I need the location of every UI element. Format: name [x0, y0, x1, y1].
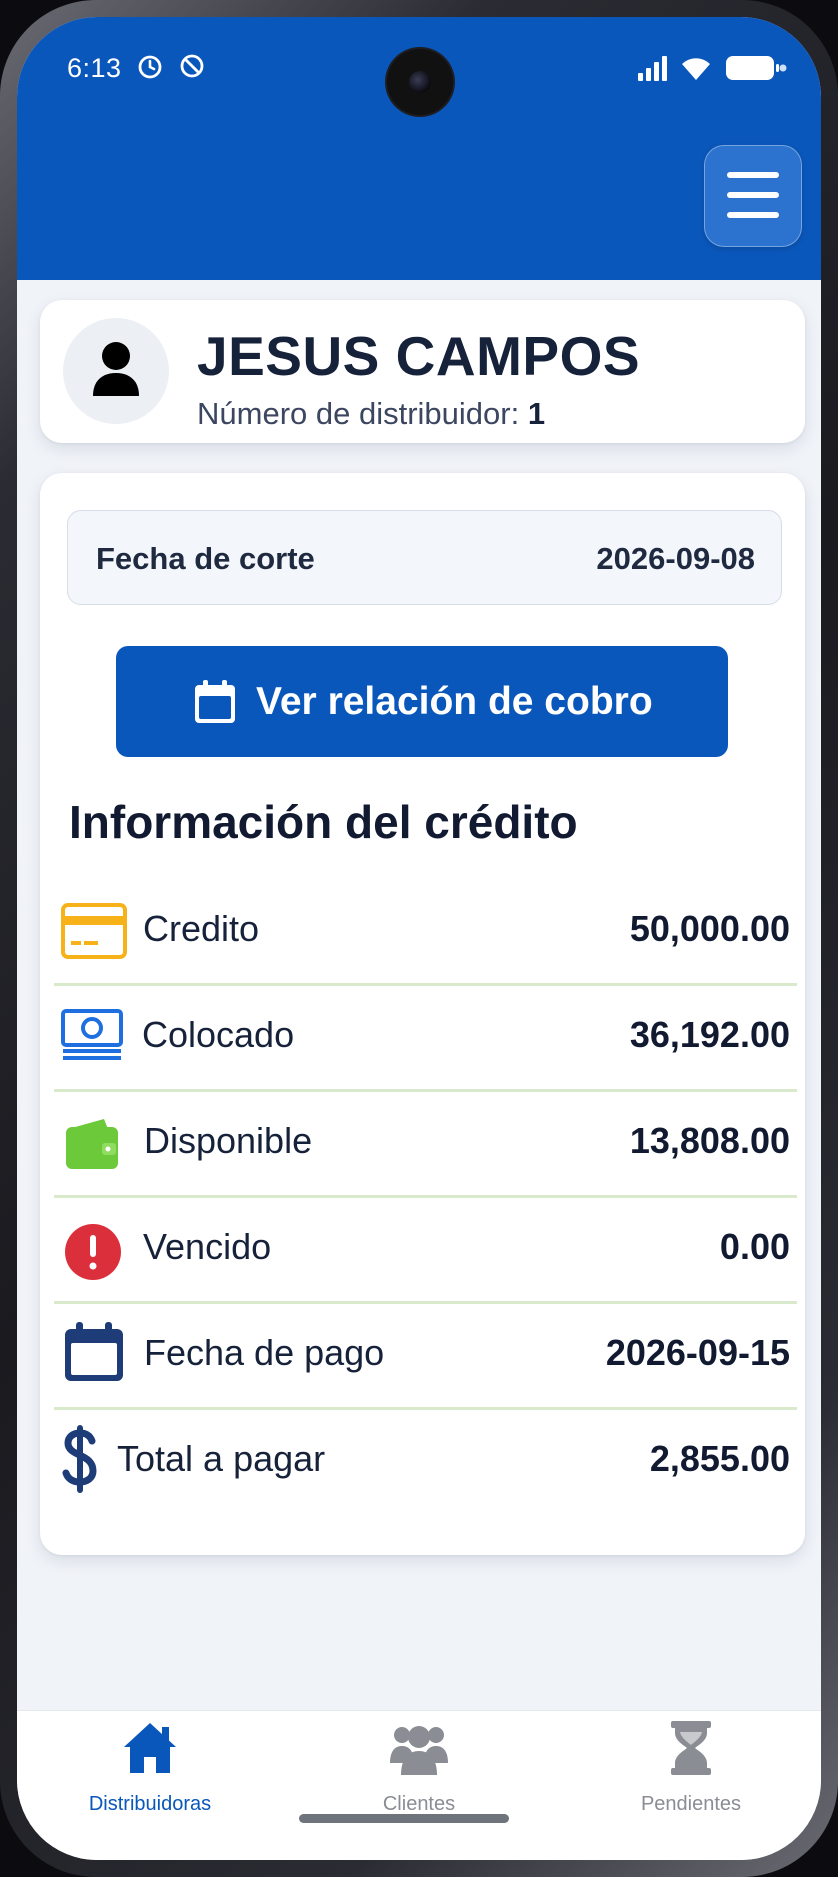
nav-item-clientes[interactable]: Clientes — [319, 1719, 519, 1829]
calendar-icon — [195, 680, 235, 723]
total-row-value: 2,855.00 — [649, 1438, 790, 1479]
dollar-icon — [62, 1425, 97, 1493]
distributor-number-value: 1 — [527, 396, 546, 431]
cutoff-date-value: 2026-09-08 — [596, 541, 755, 576]
distributor-name: JESUS CAMPOS — [197, 325, 641, 387]
placed-row-value: 36,192.00 — [629, 1014, 790, 1055]
nav-item-pendientes[interactable]: Pendientes — [591, 1719, 791, 1829]
app-screen: 6:13 JESUS CAMPOS Número de distribuidor… — [17, 17, 821, 1860]
home-icon — [124, 1723, 176, 1773]
avatar — [63, 318, 169, 424]
credit-row-disponible: Disponible 13,808.00 — [54, 1089, 797, 1198]
front-camera — [387, 49, 453, 115]
bottom-navigation: Distribuidoras Clientes Pendientes — [17, 1710, 821, 1860]
alarm-icon — [138, 55, 162, 79]
cutoff-date-box: Fecha de corte 2026-09-08 — [67, 510, 782, 605]
phone-frame: 6:13 JESUS CAMPOS Número de distribuidor… — [0, 0, 838, 1877]
wallet-icon — [66, 1119, 118, 1169]
overdue-row-value: 0.00 — [719, 1226, 790, 1267]
users-icon — [390, 1726, 448, 1775]
calendar-icon — [65, 1322, 123, 1381]
available-row-value: 13,808.00 — [629, 1120, 790, 1161]
credit-row-total: Total a pagar 2,855.00 — [54, 1407, 797, 1513]
status-time: 6:13 — [67, 53, 122, 83]
credit-info-title: Información del crédito — [69, 796, 578, 848]
view-collection-report-label: Ver relación de cobro — [256, 680, 653, 723]
credit-card-panel: Fecha de corte 2026-09-08 Ver relación d… — [40, 473, 805, 1555]
credit-row-fecha-pago: Fecha de pago 2026-09-15 — [54, 1301, 797, 1410]
money-stack-icon — [61, 1009, 123, 1060]
hamburger-menu-icon — [727, 172, 779, 178]
distributor-card: JESUS CAMPOS Número de distribuidor: 1 — [40, 300, 805, 443]
view-collection-report-button[interactable]: Ver relación de cobro — [116, 646, 728, 757]
nav-item-distribuidoras[interactable]: Distribuidoras — [50, 1719, 250, 1829]
credit-row-label: Credito — [143, 908, 260, 949]
do-not-disturb-icon — [180, 54, 204, 78]
credit-row-vencido: Vencido 0.00 — [54, 1195, 797, 1304]
home-indicator — [299, 1814, 509, 1823]
total-row-label: Total a pagar — [117, 1438, 326, 1479]
distributor-number-label: Número de distribuidor: — [197, 396, 520, 431]
payment-date-row-label: Fecha de pago — [144, 1332, 385, 1373]
payment-date-row-value: 2026-09-15 — [605, 1332, 790, 1373]
nav-label-distribuidoras: Distribuidoras — [88, 1793, 212, 1815]
signal-icon — [638, 56, 667, 81]
alert-circle-icon — [65, 1224, 121, 1280]
battery-icon — [726, 56, 787, 80]
user-icon — [93, 342, 139, 396]
nav-label-clientes: Clientes — [382, 1793, 456, 1815]
wifi-icon — [682, 58, 710, 80]
distributor-number: Número de distribuidor: 1 — [197, 396, 545, 432]
credit-row-colocado: Colocado 36,192.00 — [54, 983, 797, 1092]
hourglass-icon — [671, 1721, 711, 1775]
menu-button[interactable] — [704, 145, 802, 247]
credit-card-icon — [61, 903, 127, 959]
credit-row-value: 50,000.00 — [629, 908, 790, 949]
credit-row-credito: Credito 50,000.00 — [54, 877, 797, 986]
cutoff-date-label: Fecha de corte — [96, 541, 315, 576]
available-row-label: Disponible — [144, 1120, 313, 1161]
nav-label-pendientes: Pendientes — [640, 1793, 742, 1815]
placed-row-label: Colocado — [142, 1014, 295, 1055]
app-header: 6:13 — [17, 17, 821, 280]
overdue-row-label: Vencido — [143, 1226, 272, 1267]
